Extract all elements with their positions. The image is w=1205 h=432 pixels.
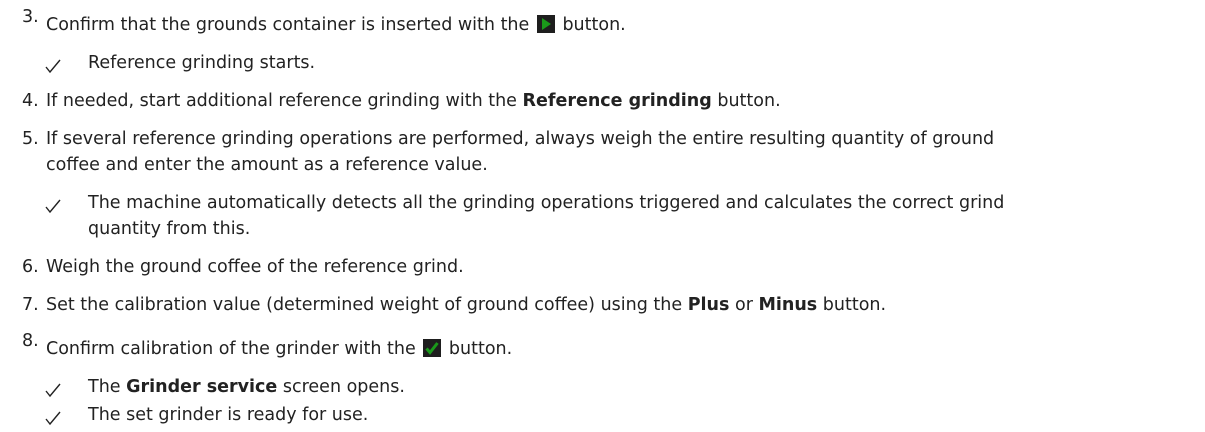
- step-number: 6.: [22, 257, 39, 277]
- result-text: The Grinder service screen opens.: [88, 377, 405, 397]
- step-text-line-2: coffee and enter the amount as a referen…: [46, 155, 488, 175]
- checkmark-result-icon: [42, 196, 64, 214]
- button-name-minus: Minus: [758, 295, 818, 315]
- step-number: 5.: [22, 129, 39, 149]
- step-text: If needed, start additional reference gr…: [46, 91, 781, 111]
- step-text: Weigh the ground coffee of the reference…: [46, 257, 464, 277]
- step-number: 8.: [22, 331, 39, 351]
- checkmark-result-icon: [42, 408, 64, 426]
- button-name-reference-grinding: Reference grinding: [522, 91, 712, 111]
- result-text: Reference grinding starts.: [88, 53, 316, 73]
- play-icon: [536, 15, 555, 33]
- result-text-line-1: The machine automatically detects all th…: [88, 193, 1005, 213]
- step-text-line-1: If several reference grinding operations…: [46, 129, 995, 149]
- result-text-line-2: quantity from this.: [88, 219, 251, 239]
- checkmark-icon: [423, 339, 442, 357]
- step-number: 4.: [22, 91, 39, 111]
- step-text: Set the calibration value (determined we…: [46, 295, 887, 315]
- step-text: Confirm calibration of the grinder with …: [46, 339, 513, 359]
- checkmark-result-icon: [42, 380, 64, 398]
- step-number: 3.: [22, 7, 39, 27]
- step-number: 7.: [22, 295, 39, 315]
- step-text: Confirm that the grounds container is in…: [46, 15, 626, 35]
- screen-name-grinder-service: Grinder service: [126, 377, 278, 397]
- instruction-document: 3. Confirm that the grounds container is…: [0, 0, 1205, 428]
- result-text: The set grinder is ready for use.: [88, 405, 369, 425]
- button-name-plus: Plus: [687, 295, 730, 315]
- checkmark-result-icon: [42, 56, 64, 74]
